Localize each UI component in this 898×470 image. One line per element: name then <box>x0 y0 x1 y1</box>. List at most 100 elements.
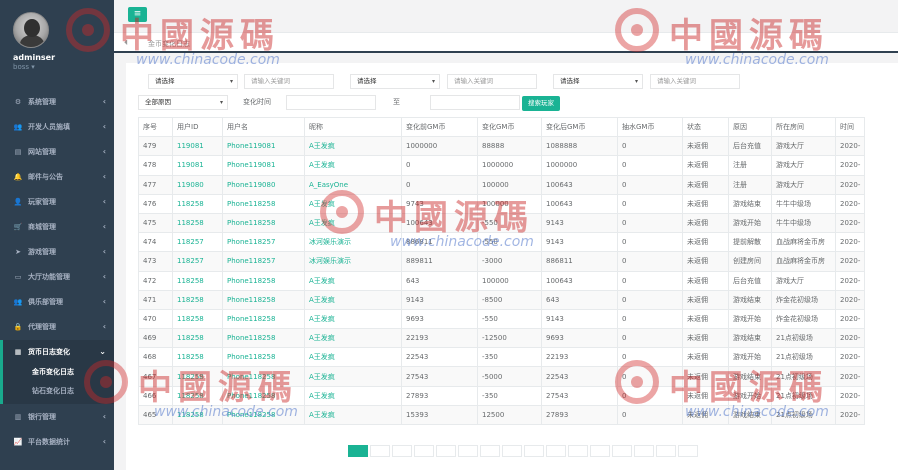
chevron-down-icon: ⌄ <box>99 347 106 356</box>
col-header[interactable]: 时间 <box>834 116 866 138</box>
col-header[interactable]: 所在房间 <box>771 116 836 138</box>
table-cell: 9143 <box>541 212 618 234</box>
sidebar-item-system[interactable]: ⚙ 系统管理 ‹ <box>0 90 114 114</box>
filter-select-2[interactable]: 请选择 ▾ <box>350 74 440 89</box>
table-cell: 未返佣 <box>682 212 729 234</box>
sidebar-item-players[interactable]: 👤 玩家管理 ‹ <box>0 190 114 214</box>
sidebar-item-website[interactable]: ▤ 网站管理 ‹ <box>0 140 114 164</box>
table-cell: 游戏结束 <box>728 193 772 214</box>
table-cell: 游戏大厅 <box>771 270 836 291</box>
table-cell: 472 <box>138 270 173 291</box>
table-cell[interactable]: A王发疯 <box>304 385 402 406</box>
table-cell[interactable]: Phone118258 <box>222 328 305 349</box>
page-button[interactable] <box>656 445 676 457</box>
table-cell[interactable]: A王发疯 <box>304 308 402 330</box>
col-header[interactable]: 序号 <box>138 116 173 138</box>
table-cell[interactable]: A王发疯 <box>304 136 402 157</box>
table-cell[interactable]: 118258 <box>172 328 223 349</box>
col-header[interactable]: 原因 <box>728 116 772 138</box>
sidebar-item-clubs[interactable]: 👥 俱乐部管理 ‹ <box>0 290 114 314</box>
col-header[interactable]: 变化GM币 <box>477 116 542 138</box>
table-cell: 未返佣 <box>682 289 729 310</box>
reason-select[interactable]: 全部原因 ▾ <box>138 95 228 110</box>
table-cell[interactable]: Phone118258 <box>222 212 305 234</box>
time-start-input[interactable] <box>286 95 376 110</box>
page-button[interactable] <box>612 445 632 457</box>
page-button[interactable] <box>414 445 434 457</box>
page-button[interactable] <box>348 445 368 457</box>
table-cell[interactable]: 119080 <box>172 174 223 195</box>
page-button[interactable] <box>590 445 610 457</box>
table-cell[interactable]: 118258 <box>172 308 223 330</box>
col-header[interactable]: 抽水GM币 <box>617 116 683 138</box>
table-cell[interactable]: A王发疯 <box>304 404 402 426</box>
table-cell: 2020- <box>834 193 866 214</box>
sidebar-item-shop[interactable]: 🛒 商城管理 ‹ <box>0 215 114 239</box>
page-button[interactable] <box>370 445 390 457</box>
table-cell[interactable]: 119081 <box>172 136 223 157</box>
sidebar-subitem-diamond-log[interactable]: 钻石变化日志 <box>32 386 74 396</box>
table-cell[interactable]: Phone118257 <box>222 232 305 253</box>
filter-select-3[interactable]: 请选择 ▾ <box>553 74 643 89</box>
sidebar-item-mail[interactable]: 🔔 邮件与公告 ‹ <box>0 165 114 189</box>
pagination <box>348 445 700 457</box>
col-header[interactable]: 用户ID <box>172 116 223 138</box>
table-cell[interactable]: 118257 <box>172 232 223 253</box>
filter-select-1[interactable]: 请选择 ▾ <box>148 74 238 89</box>
table-cell[interactable]: A王发疯 <box>304 155 402 176</box>
col-header[interactable]: 变化后GM币 <box>541 116 618 138</box>
time-end-input[interactable] <box>430 95 520 110</box>
table-cell[interactable]: Phone118257 <box>222 251 305 272</box>
table-cell[interactable]: 118258 <box>172 212 223 234</box>
sidebar-item-developers[interactable]: 👥 开发人员施填 ‹ <box>0 115 114 139</box>
table-cell[interactable]: A王发疯 <box>304 289 402 310</box>
table-cell[interactable]: 118258 <box>172 193 223 214</box>
page-button[interactable] <box>546 445 566 457</box>
table-cell[interactable]: Phone119080 <box>222 174 305 195</box>
table-row: 469 118258 Phone118258 A王发疯 22193 -12500 9693 0… <box>138 328 866 349</box>
page-button[interactable] <box>502 445 522 457</box>
table-cell[interactable]: 118258 <box>172 289 223 310</box>
filter-input-1[interactable]: 请输入关键词 <box>244 74 334 89</box>
table-cell[interactable]: Phone118258 <box>222 193 305 214</box>
chart-icon: 📈 <box>13 438 23 446</box>
table-cell[interactable]: Phone118258 <box>222 289 305 310</box>
page-button[interactable] <box>458 445 478 457</box>
sidebar-item-lobby[interactable]: ▭ 大厅功能管理 ‹ <box>0 265 114 289</box>
table-cell: 0 <box>617 232 683 253</box>
watermark-logo-icon <box>84 360 128 404</box>
page-button[interactable] <box>436 445 456 457</box>
sidebar-subitem-gold-log[interactable]: 金币变化日志 <box>32 367 74 377</box>
table-cell: 643 <box>401 270 478 291</box>
avatar[interactable] <box>13 12 49 48</box>
col-header[interactable]: 变化前GM币 <box>401 116 478 138</box>
search-button[interactable]: 搜索玩家 <box>522 96 560 111</box>
page-button[interactable] <box>392 445 412 457</box>
page-button[interactable] <box>568 445 588 457</box>
table-cell[interactable]: Phone119081 <box>222 136 305 157</box>
col-header[interactable]: 昵称 <box>304 116 402 138</box>
sidebar-item-stats[interactable]: 📈 平台数据统计 ‹ <box>0 430 114 454</box>
table-cell[interactable]: A王发疯 <box>304 347 402 368</box>
table-cell[interactable]: 119081 <box>172 155 223 176</box>
sidebar-item-games[interactable]: ➤ 游戏管理 ‹ <box>0 240 114 264</box>
table-cell[interactable]: A王发疯 <box>304 270 402 291</box>
filter-input-2[interactable]: 请输入关键词 <box>447 74 537 89</box>
sidebar-item-label: 大厅功能管理 <box>28 273 70 281</box>
table-cell[interactable]: A王发疯 <box>304 328 402 349</box>
page-button[interactable] <box>634 445 654 457</box>
table-cell[interactable]: 118258 <box>172 270 223 291</box>
table-cell[interactable]: Phone119081 <box>222 155 305 176</box>
table-cell[interactable]: Phone118258 <box>222 308 305 330</box>
col-header[interactable]: 用户名 <box>222 116 305 138</box>
page-button[interactable] <box>480 445 500 457</box>
table-cell[interactable]: Phone118258 <box>222 270 305 291</box>
table-cell[interactable]: A王发疯 <box>304 366 402 387</box>
sidebar-item-agents[interactable]: 🔒 代理管理 ‹ <box>0 315 114 339</box>
page-button[interactable] <box>678 445 698 457</box>
page-button[interactable] <box>524 445 544 457</box>
table-cell[interactable]: 118257 <box>172 251 223 272</box>
filter-input-3[interactable]: 请输入关键词 <box>650 74 740 89</box>
col-header[interactable]: 状态 <box>682 116 729 138</box>
table-row: 471 118258 Phone118258 A王发疯 9143 -8500 643 0 未返佣… <box>138 289 866 310</box>
